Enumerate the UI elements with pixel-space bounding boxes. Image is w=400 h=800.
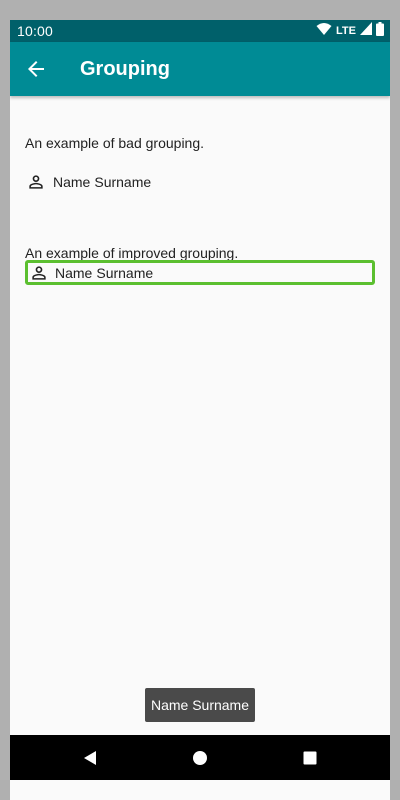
bad-grouping-label: An example of bad grouping. (25, 135, 205, 151)
home-circle-icon[interactable] (189, 747, 211, 769)
app-bar: Grouping (10, 42, 390, 96)
first-name-text: Name (55, 264, 93, 281)
first-name-text[interactable]: Name (53, 174, 90, 190)
person-icon (28, 263, 50, 282)
network-type-label: LTE (336, 25, 356, 37)
page-title: Grouping (80, 58, 170, 80)
wifi-icon (316, 22, 332, 41)
device-screen: 10:00 LTE Grouping An example of bad gro… (10, 20, 390, 800)
status-icons: LTE (316, 21, 384, 41)
person-icon (25, 171, 47, 193)
bad-grouping-row: Name Surname (25, 171, 151, 193)
status-time: 10:00 (17, 23, 54, 39)
arrow-back-icon[interactable] (24, 57, 48, 81)
back-triangle-icon[interactable] (79, 747, 101, 769)
improved-grouping-label: An example of improved grouping. (25, 245, 239, 261)
navigation-bar (10, 735, 390, 780)
status-bar: 10:00 LTE (10, 20, 390, 42)
toast-message: Name Surname (145, 688, 255, 722)
improved-grouping-row[interactable]: Name Surname (25, 260, 375, 285)
battery-icon (376, 21, 384, 41)
signal-icon (360, 22, 372, 40)
recents-square-icon[interactable] (299, 747, 321, 769)
last-name-text[interactable]: Surname (94, 174, 151, 190)
last-name-text: Surname (96, 264, 154, 281)
